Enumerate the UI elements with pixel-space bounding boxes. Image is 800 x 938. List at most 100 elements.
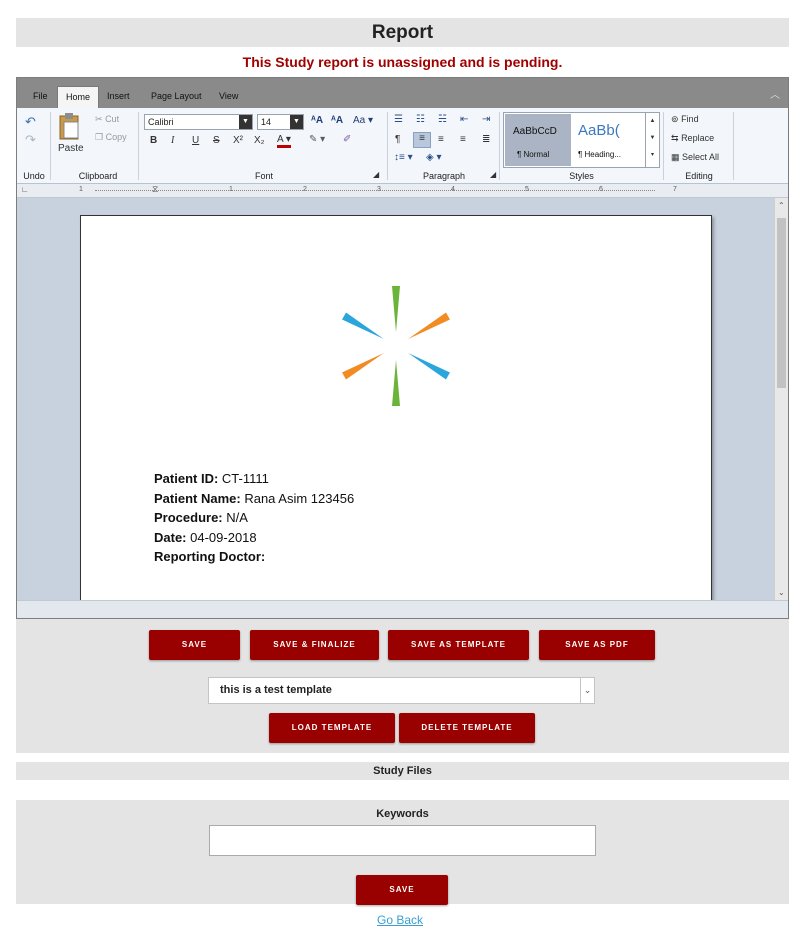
replace-label: Replace: [681, 133, 715, 143]
horizontal-ruler[interactable]: ∟ 1 ⧖ 1 2 3 4 5 6 7: [17, 184, 788, 198]
company-logo: [342, 286, 450, 406]
align-center-icon[interactable]: ≡: [438, 134, 444, 145]
align-right-icon[interactable]: ≡: [460, 134, 466, 145]
style-heading-label: ¶ Heading...: [578, 150, 621, 159]
procedure-label: Procedure:: [154, 510, 223, 525]
chevron-down-icon[interactable]: ▼: [646, 130, 659, 147]
rich-text-editor: File Home Insert Page Layout View ︿ ↶ ↷ …: [16, 77, 789, 619]
undo-icon[interactable]: ↶: [25, 114, 36, 130]
line-spacing-icon[interactable]: ↕≡ ▾: [394, 152, 413, 163]
keywords-save-button[interactable]: SAVE: [356, 875, 448, 905]
clear-format-icon[interactable]: ✐: [343, 134, 351, 145]
underline-icon[interactable]: U: [192, 135, 199, 146]
cut-button[interactable]: ✂ Cut: [95, 114, 119, 125]
status-message: This Study report is unassigned and is p…: [242, 54, 563, 70]
save-as-template-button[interactable]: SAVE AS TEMPLATE: [388, 630, 529, 660]
select-all-button[interactable]: ▦ Select All: [671, 152, 719, 163]
binoculars-icon: ⊚: [671, 114, 679, 124]
redo-icon[interactable]: ↷: [25, 132, 36, 148]
paragraph-dialog-launcher-icon[interactable]: ◢: [490, 170, 496, 179]
superscript-icon[interactable]: X²: [233, 135, 243, 146]
replace-icon: ⇆: [671, 133, 679, 143]
date-value: 04-09-2018: [190, 529, 257, 545]
chevron-up-icon[interactable]: ▲: [646, 113, 659, 130]
strikethrough-icon[interactable]: S: [213, 135, 220, 146]
shading-icon[interactable]: ◈ ▾: [426, 152, 442, 163]
increase-indent-icon[interactable]: ⇥: [482, 114, 490, 125]
find-label: Find: [681, 114, 699, 124]
tab-page-layout[interactable]: Page Layout: [143, 86, 210, 108]
numbering-icon[interactable]: ☷: [416, 114, 425, 125]
highlight-color-icon[interactable]: ✎ ▾: [309, 134, 325, 145]
styles-scroll[interactable]: ▲ ▼ ▾: [645, 113, 659, 167]
template-select-value: this is a test template: [220, 684, 332, 696]
subscript-icon[interactable]: X₂: [254, 135, 265, 146]
group-divider: [138, 112, 139, 180]
vertical-scrollbar[interactable]: ⌃ ⌄: [774, 198, 788, 600]
style-heading[interactable]: AaBb( ¶ Heading...: [572, 114, 645, 166]
font-size-select[interactable]: 14 ▼: [257, 114, 304, 130]
load-template-button[interactable]: LOAD TEMPLATE: [269, 713, 395, 743]
copy-button[interactable]: ❐ Copy: [95, 132, 127, 143]
save-button[interactable]: SAVE: [149, 630, 240, 660]
chevron-down-icon[interactable]: ⌄: [580, 678, 594, 703]
group-label-undo: Undo: [23, 171, 45, 181]
status-strip: [17, 600, 788, 618]
delete-template-button[interactable]: DELETE TEMPLATE: [399, 713, 535, 743]
keywords-input[interactable]: [209, 825, 596, 856]
date-label: Date:: [154, 529, 187, 545]
font-color-icon[interactable]: A ▾: [277, 134, 291, 148]
document-page[interactable]: Patient ID: CT-1111 Patient Name: Rana A…: [80, 215, 712, 600]
group-label-styles: Styles: [569, 171, 594, 181]
ribbon-collapse-icon[interactable]: ︿: [770, 86, 780, 101]
page-title: Report: [16, 18, 789, 47]
cut-label: Cut: [105, 114, 120, 124]
procedure-value: N/A: [226, 510, 248, 525]
grow-font-icon[interactable]: ᴬA: [311, 115, 323, 126]
group-label-clipboard: Clipboard: [78, 171, 118, 181]
patient-id-value: CT-1111: [221, 471, 269, 486]
change-case-icon[interactable]: Aa ▾: [353, 115, 373, 126]
replace-button[interactable]: ⇆ Replace: [671, 133, 714, 144]
shrink-font-icon[interactable]: ᴬA: [331, 115, 343, 126]
tab-stop-icon[interactable]: ∟: [21, 185, 29, 194]
chevron-down-icon[interactable]: ⌄: [778, 588, 785, 597]
save-as-pdf-button[interactable]: SAVE AS PDF: [539, 630, 655, 660]
scissors-icon: ✂: [95, 114, 103, 124]
decrease-indent-icon[interactable]: ⇤: [460, 114, 468, 125]
select-all-label: Select All: [682, 152, 720, 162]
paste-icon[interactable]: [59, 113, 81, 141]
find-button[interactable]: ⊚ Find: [671, 114, 699, 125]
font-dialog-launcher-icon[interactable]: ◢: [373, 170, 379, 179]
group-label-paragraph: Paragraph: [422, 171, 466, 181]
group-divider: [50, 112, 51, 180]
bold-icon[interactable]: B: [150, 135, 157, 146]
more-icon[interactable]: ▾: [646, 147, 659, 164]
scrollbar-thumb[interactable]: [777, 218, 786, 388]
align-left-icon[interactable]: ≡: [413, 132, 431, 148]
pilcrow-icon[interactable]: ¶: [395, 134, 400, 145]
ruler-mark: 7: [673, 186, 677, 193]
tab-view[interactable]: View: [211, 86, 246, 108]
italic-icon[interactable]: I: [171, 135, 174, 146]
group-divider: [387, 112, 388, 180]
save-finalize-button[interactable]: SAVE & FINALIZE: [250, 630, 379, 660]
go-back-link[interactable]: Go Back: [0, 913, 800, 927]
font-family-select[interactable]: Calibri ▼: [144, 114, 253, 130]
bullets-icon[interactable]: ☰: [394, 114, 403, 125]
patient-info: Patient ID: CT-1111 Patient Name: Rana A…: [154, 469, 354, 567]
document-area: Patient ID: CT-1111 Patient Name: Rana A…: [17, 198, 774, 600]
tab-insert[interactable]: Insert: [99, 86, 138, 108]
group-label-font: Font: [254, 171, 273, 181]
tab-home[interactable]: Home: [57, 86, 100, 108]
justify-icon[interactable]: ≣: [482, 134, 490, 145]
tab-file[interactable]: File: [25, 86, 56, 108]
style-normal-preview: AaBbCcD: [513, 126, 557, 137]
paste-label[interactable]: Paste: [58, 143, 84, 154]
multilevel-list-icon[interactable]: ☵: [438, 114, 447, 125]
chevron-up-icon[interactable]: ⌃: [778, 201, 785, 210]
copy-icon: ❐: [95, 132, 104, 142]
group-label-editing: Editing: [685, 171, 713, 181]
style-normal[interactable]: AaBbCcD ¶ Normal: [505, 114, 571, 166]
template-select[interactable]: this is a test template ⌄: [208, 677, 595, 704]
